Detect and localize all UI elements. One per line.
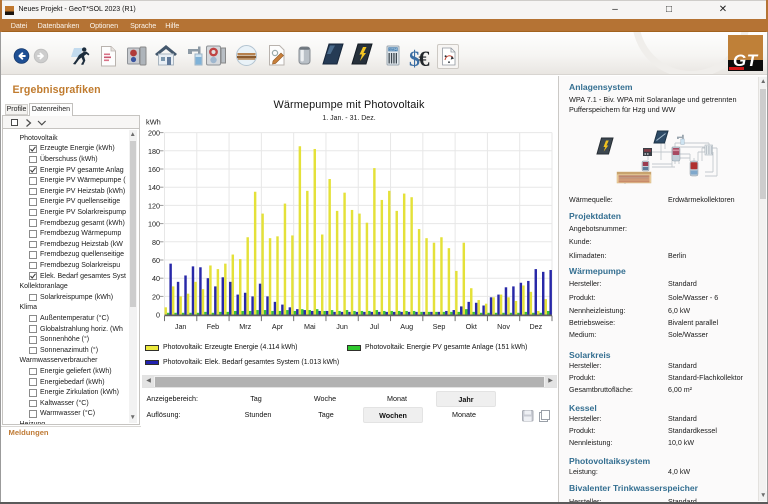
svg-text:120: 120 [148,201,160,210]
svg-text:Dez: Dez [529,322,542,331]
svg-text:20: 20 [152,292,160,301]
svg-text:Jan: Jan [175,322,187,331]
svg-text:Okt: Okt [466,322,477,331]
svg-text:Jul: Jul [370,322,380,331]
svg-text:140: 140 [148,183,160,192]
svg-text:60: 60 [152,256,160,265]
svg-text:Jun: Jun [336,322,348,331]
svg-text:kWh: kWh [146,118,161,127]
svg-text:Nov: Nov [497,322,510,331]
svg-text:0: 0 [156,311,160,320]
svg-text:$€: $€ [409,46,430,71]
svg-text:80: 80 [152,238,160,247]
svg-text:Feb: Feb [207,322,219,331]
svg-text:100: 100 [148,220,160,229]
svg-text:180: 180 [148,147,160,156]
svg-text:Apr: Apr [272,322,284,331]
svg-text:Mrz: Mrz [239,322,251,331]
svg-text:40: 40 [152,274,160,283]
svg-text:200: 200 [148,129,160,138]
svg-text:1234: 1234 [389,47,397,51]
svg-text:Aug: Aug [400,322,413,331]
svg-text:Sep: Sep [433,322,446,331]
svg-text:160: 160 [148,165,160,174]
svg-text:Mai: Mai [304,322,316,331]
